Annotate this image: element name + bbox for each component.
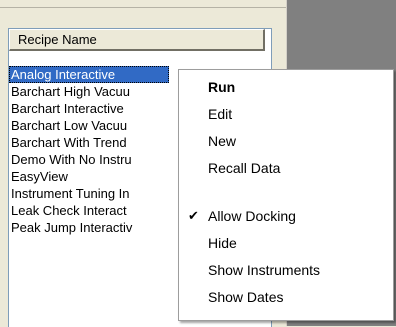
menu-item-allow-docking[interactable]: ✔ Allow Docking xyxy=(179,205,393,227)
menu-item-label: Allow Docking xyxy=(208,208,296,224)
checkmark-icon: ✔ xyxy=(188,208,199,223)
menu-item-recall-data[interactable]: Recall Data xyxy=(179,157,393,179)
menu-item-hide[interactable]: Hide xyxy=(179,232,393,254)
menu-item-new[interactable]: New xyxy=(179,130,393,152)
menu-item-run[interactable]: Run xyxy=(179,76,393,98)
context-menu: Run Edit New Recall Data ✔ Allow Docking… xyxy=(178,69,394,321)
menu-item-show-instruments[interactable]: Show Instruments xyxy=(179,259,393,281)
menu-item-show-dates[interactable]: Show Dates xyxy=(179,286,393,308)
pane-top-divider xyxy=(0,0,286,8)
list-item-analog-interactive[interactable]: Analog Interactive xyxy=(9,66,169,83)
column-header-recipe-name[interactable]: Recipe Name xyxy=(9,29,265,51)
menu-item-edit[interactable]: Edit xyxy=(179,103,393,125)
